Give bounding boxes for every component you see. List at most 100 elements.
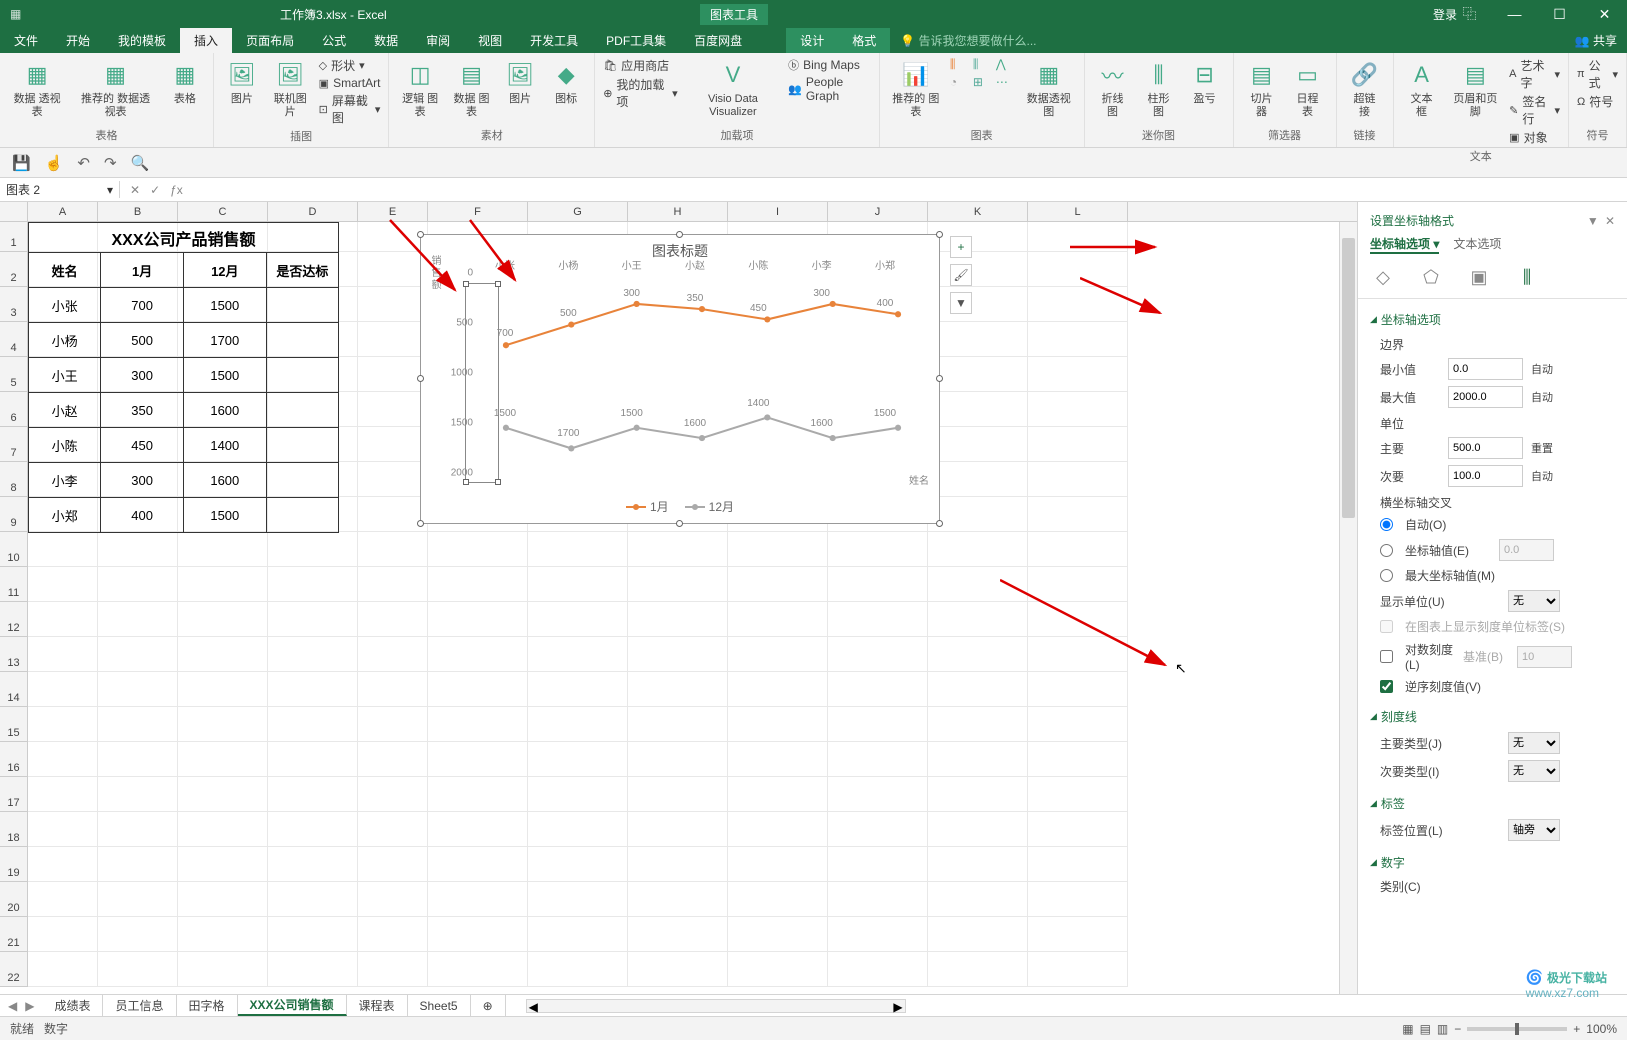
screenshot-button[interactable]: ⊡ 屏幕截图 ▾ — [319, 92, 381, 126]
section-number[interactable]: 数字 — [1370, 850, 1615, 875]
label-pos-select[interactable]: 轴旁 — [1508, 819, 1560, 841]
cross-value-radio[interactable] — [1380, 544, 1393, 557]
data-chart-button[interactable]: ▤数据 图表 — [449, 57, 494, 121]
minimize-button[interactable]: — — [1492, 0, 1537, 28]
tab-format[interactable]: 格式 — [838, 28, 890, 53]
pivot-chart-button[interactable]: ▦数据透视图 — [1022, 57, 1076, 121]
visio-button[interactable]: VVisio Data Visualizer — [684, 57, 782, 121]
my-addins-button[interactable]: ⊕ 我的加载项 ▾ — [603, 76, 678, 110]
wordart-button[interactable]: A 艺术字 ▾ — [1509, 57, 1560, 91]
close-button[interactable]: ✕ — [1582, 0, 1627, 28]
minor-tick-select[interactable]: 无 — [1508, 760, 1560, 782]
row-header[interactable]: 1 — [0, 222, 28, 252]
undo-icon[interactable]: ↶ — [77, 154, 90, 172]
zoom-level[interactable]: 100% — [1586, 1022, 1617, 1036]
share-button[interactable]: 👥 共享 — [1565, 28, 1627, 53]
row-header[interactable]: 22 — [0, 952, 28, 987]
pic-model-button[interactable]: 🖼图片 — [500, 57, 540, 108]
reverse-order-check[interactable] — [1380, 680, 1393, 693]
row-header[interactable]: 16 — [0, 742, 28, 777]
zoom-in-icon[interactable]: + — [1573, 1022, 1580, 1036]
icon-button[interactable]: ◆图标 — [546, 57, 586, 108]
row-header[interactable]: 21 — [0, 917, 28, 952]
section-labels[interactable]: 标签 — [1370, 791, 1615, 816]
tab-file[interactable]: 文件 — [0, 28, 52, 53]
pictures-button[interactable]: 🖼图片 — [222, 57, 262, 108]
row-header[interactable]: 10 — [0, 532, 28, 567]
tab-formula[interactable]: 公式 — [308, 28, 360, 53]
vertical-scrollbar[interactable] — [1339, 222, 1357, 994]
shapes-button[interactable]: ◇ 形状 ▾ — [319, 57, 381, 74]
cross-auto-radio[interactable] — [1380, 518, 1393, 531]
row-header[interactable]: 2 — [0, 252, 28, 287]
horizontal-scrollbar[interactable]: ◀▶ — [526, 999, 906, 1013]
fx-icon[interactable]: ƒx — [170, 183, 183, 197]
timeline-button[interactable]: ▭日程表 — [1288, 57, 1328, 121]
sheet-nav-next-icon[interactable]: ▶ — [25, 999, 34, 1013]
size-icon[interactable]: ▣ — [1466, 266, 1492, 288]
people-graph-button[interactable]: 👥 People Graph — [788, 75, 871, 103]
ribbon-options-icon[interactable]: ⿻ — [1447, 0, 1492, 28]
touch-icon[interactable]: ☝ — [45, 154, 64, 172]
zoom-slider[interactable] — [1467, 1027, 1567, 1031]
text-options-tab[interactable]: 文本选项 — [1453, 235, 1501, 254]
row-header[interactable]: 9 — [0, 497, 28, 532]
row-header[interactable]: 3 — [0, 287, 28, 322]
header-footer-button[interactable]: ▤页眉和页脚 — [1448, 57, 1504, 121]
slicer-button[interactable]: ▤切片器 — [1242, 57, 1282, 121]
sheet-tab[interactable]: 成绩表 — [42, 995, 103, 1016]
col-header[interactable]: K — [928, 202, 1028, 221]
save-icon[interactable]: 💾 — [12, 154, 31, 172]
chart-elements-button[interactable]: + — [950, 236, 972, 258]
col-header[interactable]: F — [428, 202, 528, 221]
tab-home[interactable]: 开始 — [52, 28, 104, 53]
effects-icon[interactable]: ⬠ — [1418, 266, 1444, 288]
log-scale-check[interactable] — [1380, 650, 1393, 663]
row-header[interactable]: 19 — [0, 847, 28, 882]
row-header[interactable]: 5 — [0, 357, 28, 392]
display-unit-select[interactable]: 无 — [1508, 590, 1560, 612]
tab-review[interactable]: 审阅 — [412, 28, 464, 53]
page-break-icon[interactable]: ▥ — [1437, 1022, 1448, 1036]
row-header[interactable]: 4 — [0, 322, 28, 357]
row-header[interactable]: 8 — [0, 462, 28, 497]
symbol-button[interactable]: Ω 符号 — [1577, 93, 1618, 110]
major-input[interactable] — [1448, 437, 1523, 459]
smartart-button[interactable]: ▣ SmartArt — [319, 76, 381, 90]
chart-filter-button[interactable]: ▼ — [950, 292, 972, 314]
pivot-table-button[interactable]: ▦数据 透视表 — [8, 57, 66, 121]
chart-type-icon[interactable]: ⋀ — [996, 57, 1016, 72]
equation-button[interactable]: π 公式 ▾ — [1577, 57, 1618, 91]
new-sheet-button[interactable]: ⊕ — [471, 995, 506, 1016]
recommended-pivot-button[interactable]: ▦推荐的 数据透视表 — [72, 57, 159, 121]
sheet-nav-prev-icon[interactable]: ◀ — [8, 999, 17, 1013]
textbox-button[interactable]: A文本框 — [1402, 57, 1442, 121]
chart-type-icon[interactable]: ⊞ — [973, 75, 993, 89]
page-layout-icon[interactable]: ▤ — [1420, 1022, 1431, 1036]
cross-max-radio[interactable] — [1380, 569, 1393, 582]
axis-options-tab[interactable]: 坐标轴选项 ▾ — [1370, 235, 1439, 254]
tab-layout[interactable]: 页面布局 — [232, 28, 308, 53]
redo-icon[interactable]: ↷ — [104, 154, 117, 172]
row-header[interactable]: 14 — [0, 672, 28, 707]
tab-design[interactable]: 设计 — [786, 28, 838, 53]
max-input[interactable] — [1448, 386, 1523, 408]
row-header[interactable]: 11 — [0, 567, 28, 602]
section-axis-options[interactable]: 坐标轴选项 — [1370, 307, 1615, 332]
chart-type-icon[interactable]: ◔ — [950, 75, 970, 89]
table-button[interactable]: ▦表格 — [165, 57, 205, 108]
col-header[interactable]: A — [28, 202, 98, 221]
col-header[interactable]: D — [268, 202, 358, 221]
sparkline-winloss-button[interactable]: ⊟盈亏 — [1185, 57, 1225, 108]
col-header[interactable]: B — [98, 202, 178, 221]
chart-styles-button[interactable]: 🖌 — [950, 264, 972, 286]
section-ticks[interactable]: 刻度线 — [1370, 704, 1615, 729]
zoom-out-icon[interactable]: − — [1454, 1022, 1461, 1036]
col-header[interactable]: E — [358, 202, 428, 221]
tab-data[interactable]: 数据 — [360, 28, 412, 53]
minor-input[interactable] — [1448, 465, 1523, 487]
hyperlink-button[interactable]: 🔗超链接 — [1345, 57, 1385, 121]
store-button[interactable]: 🛍 应用商店 — [603, 57, 678, 74]
col-header[interactable]: H — [628, 202, 728, 221]
sheet-tab[interactable]: XXX公司销售额 — [238, 995, 347, 1016]
